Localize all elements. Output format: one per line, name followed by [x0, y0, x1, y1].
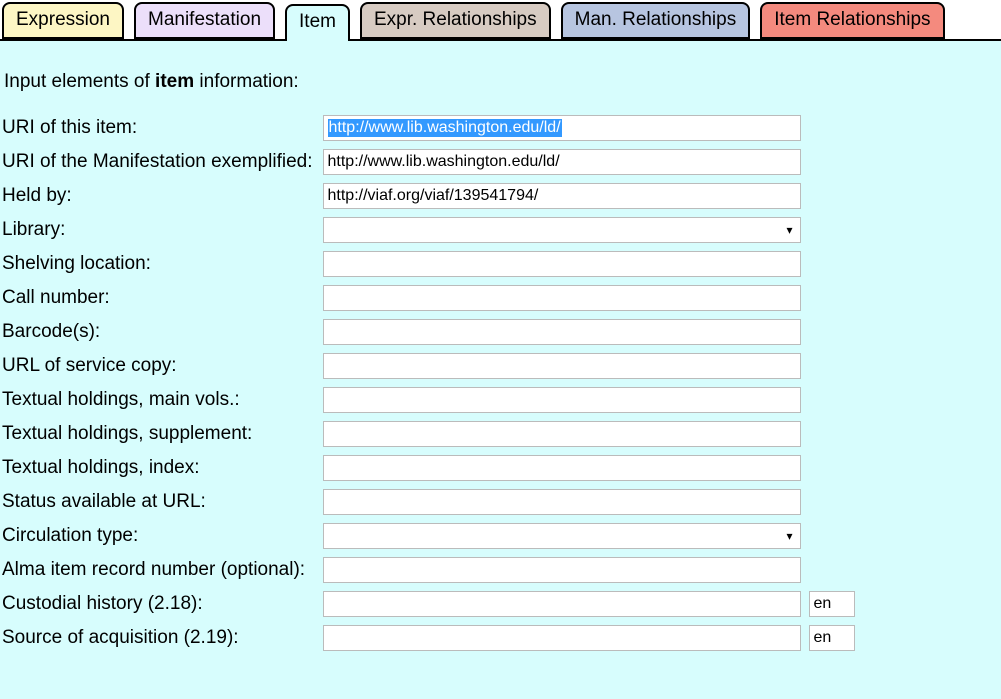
instruction-text: Input elements of item information:	[0, 41, 1001, 111]
tab-item[interactable]: Item	[285, 4, 350, 41]
tab-expression[interactable]: Expression	[2, 2, 124, 39]
label-source-acq: Source of acquisition (2.19):	[0, 621, 319, 655]
input-uri-manifest[interactable]	[323, 149, 801, 175]
label-hold-supp: Textual holdings, supplement:	[0, 417, 319, 451]
input-barcodes[interactable]	[323, 319, 801, 345]
input-alma[interactable]	[323, 557, 801, 583]
input-source-acq[interactable]	[323, 625, 801, 651]
select-library[interactable]	[323, 217, 801, 243]
input-shelving[interactable]	[323, 251, 801, 277]
label-service-url: URL of service copy:	[0, 349, 319, 383]
tab-item-relationships[interactable]: Item Relationships	[760, 2, 944, 39]
label-library: Library:	[0, 213, 319, 247]
label-alma: Alma item record number (optional):	[0, 553, 319, 587]
label-circ-type: Circulation type:	[0, 519, 319, 553]
label-hold-index: Textual holdings, index:	[0, 451, 319, 485]
item-form: URI of this item: http://www.lib.washing…	[0, 111, 859, 655]
input-status-url[interactable]	[323, 489, 801, 515]
select-circ-type[interactable]	[323, 523, 801, 549]
label-uri-item: URI of this item:	[0, 111, 319, 145]
label-held-by: Held by:	[0, 179, 319, 213]
label-uri-manifest: URI of the Manifestation exemplified:	[0, 145, 319, 179]
input-hold-index[interactable]	[323, 455, 801, 481]
input-hold-main[interactable]	[323, 387, 801, 413]
label-hold-main: Textual holdings, main vols.:	[0, 383, 319, 417]
instruction-bold: item	[155, 71, 194, 92]
label-custodial: Custodial history (2.18):	[0, 587, 319, 621]
tab-expr-relationships[interactable]: Expr. Relationships	[360, 2, 551, 39]
tab-man-relationships[interactable]: Man. Relationships	[561, 2, 751, 39]
input-custodial-lang[interactable]	[809, 591, 855, 617]
input-held-by[interactable]	[323, 183, 801, 209]
label-shelving: Shelving location:	[0, 247, 319, 281]
input-hold-supp[interactable]	[323, 421, 801, 447]
label-barcodes: Barcode(s):	[0, 315, 319, 349]
input-service-url[interactable]	[323, 353, 801, 379]
instruction-post: information:	[194, 71, 299, 92]
label-status-url: Status available at URL:	[0, 485, 319, 519]
label-callnum: Call number:	[0, 281, 319, 315]
tab-bar: Expression Manifestation Item Expr. Rela…	[0, 0, 1001, 39]
input-source-acq-lang[interactable]	[809, 625, 855, 651]
input-callnum[interactable]	[323, 285, 801, 311]
instruction-pre: Input elements of	[4, 71, 155, 92]
input-custodial[interactable]	[323, 591, 801, 617]
tab-content: Input elements of item information: URI …	[0, 39, 1001, 699]
tab-manifestation[interactable]: Manifestation	[134, 2, 275, 39]
input-uri-item[interactable]	[323, 115, 801, 141]
